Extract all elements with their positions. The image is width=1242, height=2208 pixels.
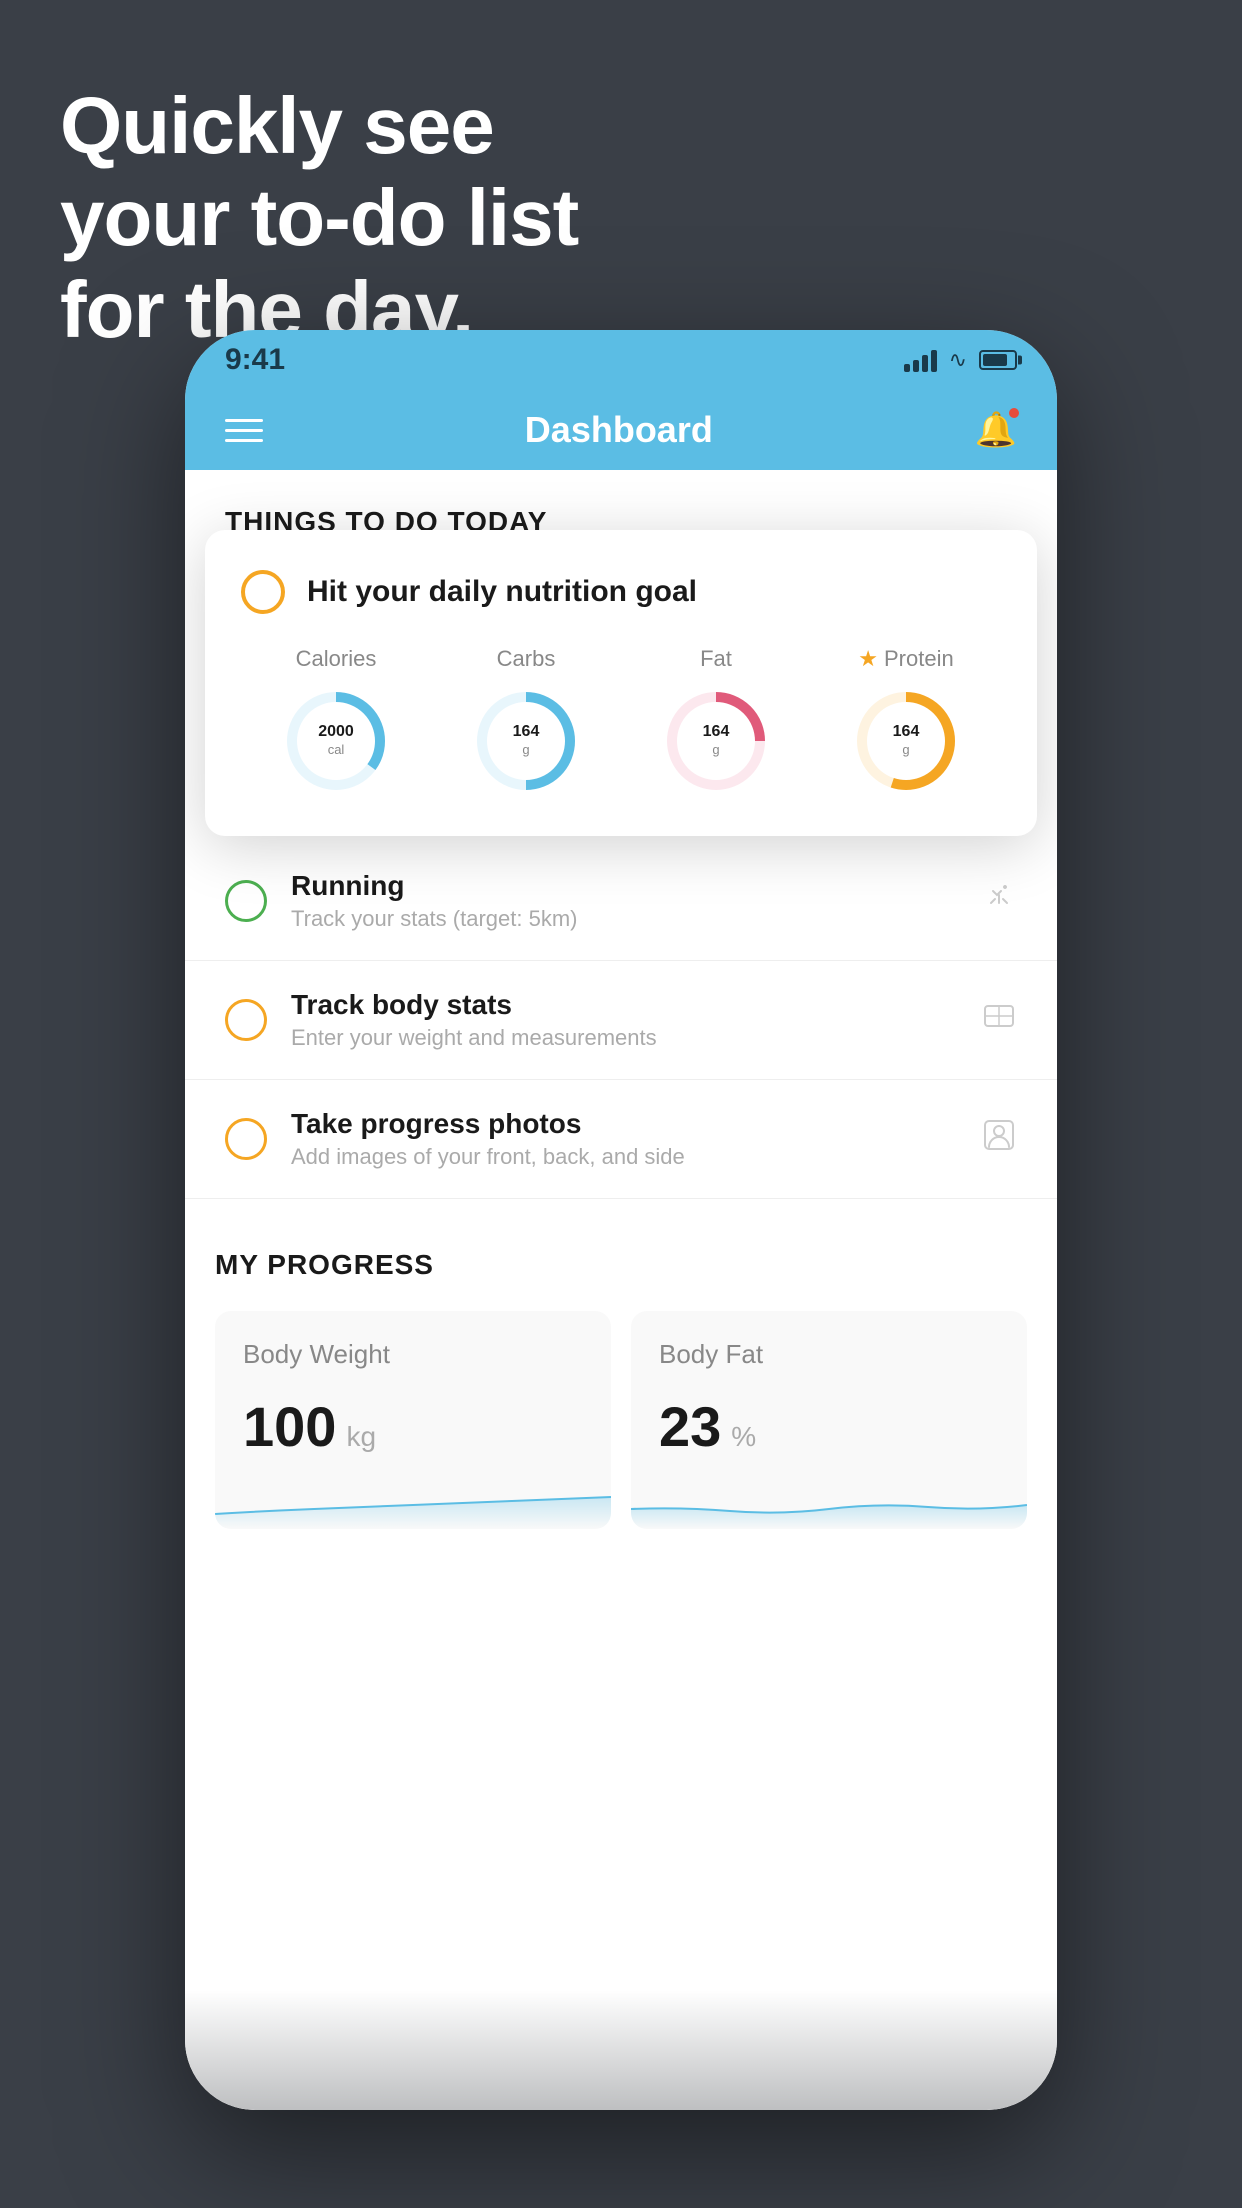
todo-item-photos[interactable]: Take progress photos Add images of your …: [185, 1080, 1057, 1199]
svg-text:164: 164: [703, 723, 730, 740]
nutrition-item-fat: Fat 164 g: [661, 646, 771, 796]
nutrition-item-carbs: Carbs 164 g: [471, 646, 581, 796]
body-weight-unit: kg: [346, 1421, 376, 1453]
svg-text:g: g: [712, 742, 719, 757]
body-weight-chart: [215, 1479, 611, 1529]
status-bar: 9:41 ∿: [185, 330, 1057, 390]
nutrition-item-protein: ★ Protein 164 g: [851, 646, 961, 796]
body-fat-unit: %: [731, 1421, 756, 1453]
body-stats-subtitle: Enter your weight and measurements: [291, 1025, 957, 1051]
menu-button[interactable]: [225, 419, 263, 442]
body-fat-chart: [631, 1479, 1027, 1529]
progress-section: MY PROGRESS Body Weight 100 kg: [185, 1199, 1057, 1559]
body-weight-label: Body Weight: [243, 1339, 583, 1370]
carbs-label: Carbs: [497, 646, 556, 672]
nutrition-check-circle: [241, 570, 285, 614]
svg-text:2000: 2000: [318, 723, 354, 740]
todo-list: Running Track your stats (target: 5km) T…: [185, 842, 1057, 1199]
star-icon: ★: [858, 646, 878, 672]
calories-label: Calories: [296, 646, 377, 672]
nutrition-item-calories: Calories 2000 cal: [281, 646, 391, 796]
running-subtitle: Track your stats (target: 5km): [291, 906, 957, 932]
svg-text:g: g: [522, 742, 529, 757]
protein-label: ★ Protein: [858, 646, 953, 672]
status-time: 9:41: [225, 343, 285, 377]
photos-title: Take progress photos: [291, 1108, 957, 1140]
app-headline: Quickly see your to-do list for the day.: [60, 80, 578, 356]
body-stats-title: Track body stats: [291, 989, 957, 1021]
nutrition-card[interactable]: Hit your daily nutrition goal Calories 2…: [205, 530, 1037, 836]
todo-item-body-stats[interactable]: Track body stats Enter your weight and m…: [185, 961, 1057, 1080]
body-weight-card[interactable]: Body Weight 100 kg: [215, 1311, 611, 1529]
nutrition-card-title: Hit your daily nutrition goal: [307, 575, 697, 609]
body-fat-value: 23: [659, 1394, 721, 1459]
phone-mockup: 9:41 ∿ Dashboard 🔔 THINGS TO DO TODAY: [185, 330, 1057, 2110]
running-title: Running: [291, 870, 957, 902]
app-content: THINGS TO DO TODAY Hit your daily nutrit…: [185, 470, 1057, 2110]
body-fat-label: Body Fat: [659, 1339, 999, 1370]
body-weight-value: 100: [243, 1394, 336, 1459]
person-icon: [981, 1117, 1017, 1162]
todo-item-running[interactable]: Running Track your stats (target: 5km): [185, 842, 1057, 961]
nav-bar: Dashboard 🔔: [185, 390, 1057, 470]
svg-text:164: 164: [513, 723, 540, 740]
svg-text:g: g: [902, 742, 909, 757]
fat-label: Fat: [700, 646, 732, 672]
body-fat-card[interactable]: Body Fat 23 %: [631, 1311, 1027, 1529]
nutrition-circles: Calories 2000 cal Carbs 164 g: [241, 646, 1001, 796]
progress-cards: Body Weight 100 kg: [215, 1311, 1027, 1529]
battery-icon: [979, 350, 1017, 370]
running-icon: [981, 879, 1017, 924]
scale-icon: [981, 998, 1017, 1043]
notification-badge: [1007, 406, 1021, 420]
svg-text:cal: cal: [328, 742, 345, 757]
wifi-icon: ∿: [949, 347, 967, 373]
nav-title: Dashboard: [525, 409, 713, 451]
photos-check: [225, 1118, 267, 1160]
progress-header: MY PROGRESS: [215, 1249, 1027, 1281]
svg-text:164: 164: [893, 723, 920, 740]
running-check: [225, 880, 267, 922]
signal-icon: [904, 348, 937, 372]
notification-button[interactable]: 🔔: [975, 410, 1017, 450]
status-icons: ∿: [904, 347, 1017, 373]
photos-subtitle: Add images of your front, back, and side: [291, 1144, 957, 1170]
body-stats-check: [225, 999, 267, 1041]
